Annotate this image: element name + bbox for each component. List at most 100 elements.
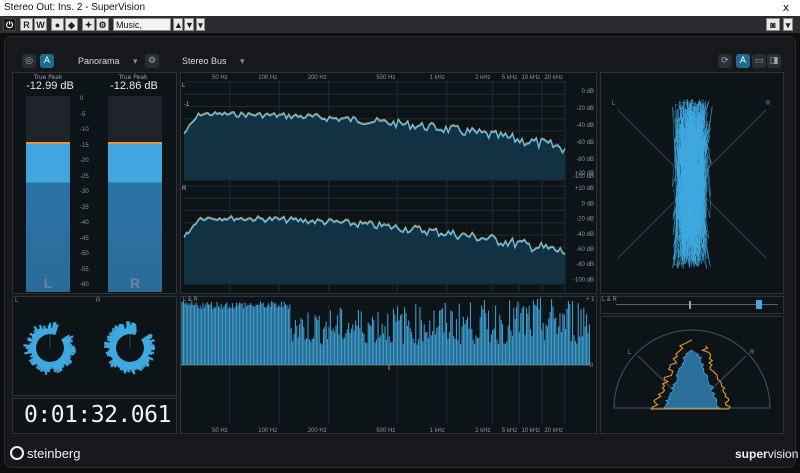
spectrum-freq-tick: 5 kHz bbox=[502, 75, 517, 81]
right-true-peak: -12.86 dB bbox=[110, 80, 158, 92]
spectrum-top-label: L bbox=[182, 83, 186, 89]
spectrum-marker: -1 bbox=[184, 102, 190, 108]
meter-scale-tick: -10 bbox=[80, 127, 89, 133]
steinberg-wordmark: steinberg bbox=[27, 446, 81, 461]
bus-dropdown-arrow-icon[interactable]: ▾ bbox=[240, 54, 248, 68]
left-true-peak: -12.99 dB bbox=[26, 80, 74, 92]
supervision-wordmark-a: super bbox=[735, 447, 768, 461]
host-toolbar: ⏻ R W ● ◆ ✦ ⚙ Music, Mastering ▲ ▼ ▾ ◙ ▾ bbox=[0, 16, 800, 43]
bypass-icon[interactable]: ● bbox=[51, 18, 64, 31]
route-icon[interactable]: ✦ bbox=[82, 18, 95, 31]
phase-freq-tick: 50 Hz bbox=[212, 428, 228, 434]
sync-icon[interactable]: ⟳ bbox=[718, 54, 732, 68]
meter-scale-tick: -60 bbox=[80, 282, 89, 288]
camera-icon[interactable]: ◙ bbox=[766, 18, 780, 31]
spectrum-bottom-label: R bbox=[182, 186, 187, 192]
write-button[interactable]: W bbox=[34, 18, 47, 31]
reset-icon[interactable]: ◎ bbox=[22, 54, 36, 68]
panel-icon[interactable]: ◨ bbox=[767, 54, 781, 68]
phase-freq-tick: 5 kHz bbox=[502, 428, 517, 434]
panorama-display[interactable] bbox=[600, 316, 784, 434]
correlation-label: L & R bbox=[602, 297, 617, 303]
scope-right-label: R bbox=[766, 101, 771, 107]
spectrum-db-tick: -100 dB bbox=[573, 277, 594, 283]
phase-display[interactable]: 50 Hz 100 Hz 200 Hz 500 Hz 1 kHz 2 kHz 5 kHz 10… bbox=[180, 296, 597, 434]
spectrum-db-tick: -60 dB bbox=[576, 140, 594, 146]
phase-freq-tick: 500 Hz bbox=[376, 428, 395, 434]
meter-scale-tick: -45 bbox=[80, 235, 89, 242]
right-meter-bar bbox=[108, 96, 162, 292]
meter-scale-tick: -40 bbox=[80, 220, 89, 226]
spectrum-db-tick: -80 dB bbox=[576, 157, 594, 163]
switch-icon[interactable]: ◆ bbox=[65, 18, 78, 31]
spectrum-freq-tick: 2 kHz bbox=[475, 75, 490, 81]
close-button[interactable]: x bbox=[772, 0, 800, 16]
level-meter-scale: 0 -5 -10 -15 -20 -25 -30 -35 -40 -45 -50 -55 -60 bbox=[74, 96, 104, 292]
pano-shape bbox=[662, 349, 721, 409]
supervision-wordmark-b: vision bbox=[767, 447, 799, 461]
supervision-logo: supervision bbox=[735, 447, 798, 461]
view-dropdown[interactable]: Panorama bbox=[78, 54, 138, 68]
spectrum-db-tick: 0 dB bbox=[582, 89, 594, 95]
phase-freq-tick: 20 kHz bbox=[544, 428, 563, 434]
options-icon[interactable]: ▾ bbox=[783, 18, 793, 31]
read-button[interactable]: R bbox=[20, 18, 33, 31]
spectrum-db-tick: -80 dB bbox=[576, 262, 594, 268]
spectrum-db-tick: -20 dB bbox=[576, 217, 594, 223]
a-toggle-button[interactable]: A bbox=[736, 54, 750, 68]
correlation-line bbox=[616, 304, 778, 305]
bus-dropdown[interactable]: Stereo Bus bbox=[182, 54, 242, 68]
left-meter-fill bbox=[26, 141, 70, 292]
phase-freq-tick: 200 Hz bbox=[308, 428, 327, 434]
right-channel-label: R bbox=[129, 275, 141, 291]
spectrum-db-tick: -40 dB bbox=[576, 123, 594, 129]
meter-scale-tick: -35 bbox=[80, 204, 89, 211]
preset-selector[interactable]: Music, Mastering bbox=[113, 18, 171, 43]
correlation-indicator[interactable] bbox=[756, 300, 762, 309]
vectorscope-display[interactable] bbox=[600, 72, 784, 294]
meter-scale-tick: -50 bbox=[80, 251, 89, 257]
spectrum-db-tick: +10 dB bbox=[575, 186, 594, 192]
pano-right-label: R bbox=[750, 350, 755, 356]
rotary-right-spoke bbox=[127, 321, 131, 335]
steinberg-logo: steinberg bbox=[10, 446, 80, 461]
phase-freq-tick: 10 kHz bbox=[521, 428, 540, 434]
window-title: Stereo Out: Ins. 2 - SuperVision bbox=[0, 0, 800, 16]
scope-left-label: L bbox=[612, 101, 616, 107]
preset-up-icon[interactable]: ▲ bbox=[173, 18, 183, 31]
layout-icon[interactable]: ▭ bbox=[752, 54, 766, 68]
preset-menu-icon[interactable]: ▾ bbox=[196, 18, 205, 31]
power-icon[interactable]: ⏻ bbox=[3, 18, 16, 31]
steinberg-mark-icon bbox=[10, 446, 24, 460]
spectrum-db-tick: +20 dB bbox=[575, 171, 594, 177]
meter-scale-tick: -30 bbox=[80, 189, 89, 195]
module-settings-icon[interactable]: ⚙ bbox=[145, 54, 159, 68]
preset-down-icon[interactable]: ▼ bbox=[184, 18, 194, 31]
spectrum-db-tick: -60 dB bbox=[576, 247, 594, 253]
view-dropdown-arrow-icon[interactable]: ▾ bbox=[133, 54, 141, 68]
meter-scale-tick: 0 bbox=[80, 96, 84, 102]
phase-freq-tick: 2 kHz bbox=[475, 428, 490, 434]
meter-scale-tick: -5 bbox=[80, 111, 86, 118]
meter-scale-tick: -55 bbox=[80, 266, 89, 273]
scope-trace bbox=[671, 98, 713, 269]
timecode-display: 0:01:32.061 bbox=[24, 402, 171, 428]
spectrum-freq-tick: 20 kHz bbox=[544, 75, 563, 81]
meter-scale-tick: -25 bbox=[80, 173, 89, 180]
left-meter-bar bbox=[26, 96, 70, 292]
spectrum-display[interactable]: 50 Hz 100 Hz 200 Hz 500 Hz 1 kHz 2 kHz 5 kHz 10… bbox=[180, 72, 597, 294]
spectrum-freq-tick: 100 Hz bbox=[258, 75, 277, 81]
pano-left-label: L bbox=[628, 350, 632, 356]
spectrum-freq-tick: 50 Hz bbox=[212, 75, 228, 81]
meter-scale-tick: -20 bbox=[80, 158, 89, 164]
spectrum-db-tick: -20 dB bbox=[576, 106, 594, 112]
meter-scale-tick: -15 bbox=[80, 142, 89, 149]
rotary-display[interactable] bbox=[12, 296, 177, 396]
correlation-center-tick bbox=[689, 301, 691, 309]
settings-icon[interactable]: ⚙ bbox=[96, 18, 109, 31]
a-button[interactable]: A bbox=[40, 54, 54, 68]
phase-freq-tick: 100 Hz bbox=[258, 428, 277, 434]
spectrum-freq-tick: 500 Hz bbox=[376, 75, 395, 81]
spectrum-db-tick: 0 dB bbox=[582, 201, 594, 207]
phase-freq-tick: 1 kHz bbox=[430, 428, 445, 434]
